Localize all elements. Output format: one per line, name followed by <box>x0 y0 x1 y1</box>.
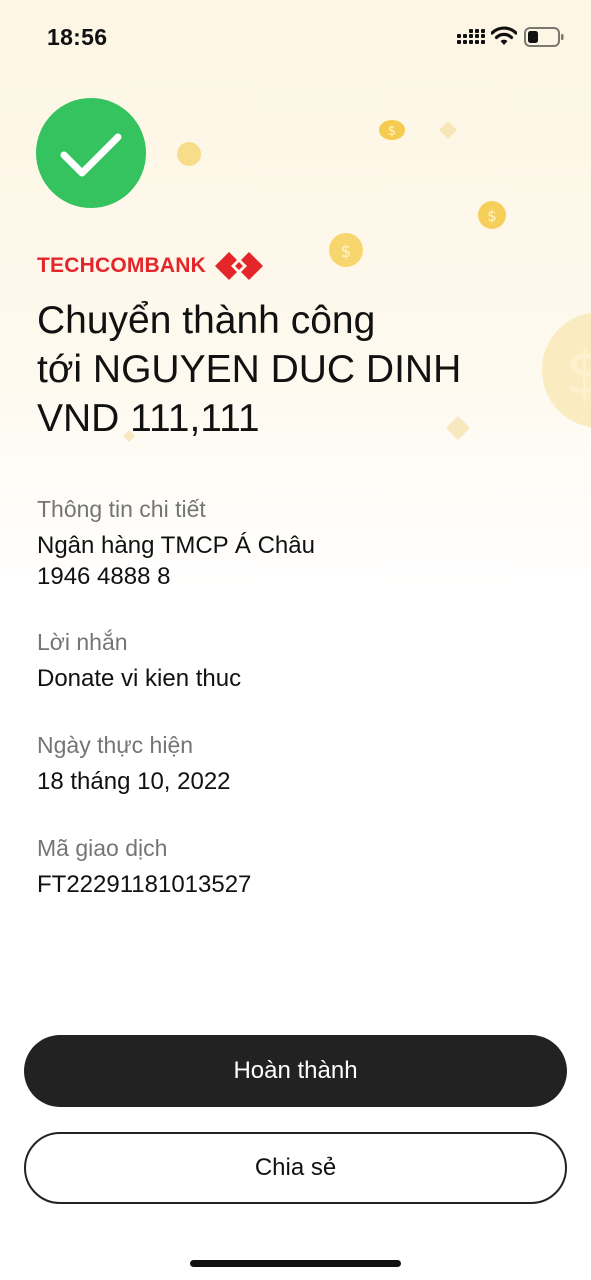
transaction-id: FT22291181013527 <box>37 871 252 898</box>
done-button[interactable]: Hoàn thành <box>24 1035 567 1107</box>
transaction-label: Mã giao dịch <box>37 835 168 861</box>
svg-text:$: $ <box>341 242 352 262</box>
svg-text:$: $ <box>388 124 396 139</box>
message-section: Lời nhắn Donate vi kien thuc <box>37 627 241 694</box>
transaction-section: Mã giao dịch FT22291181013527 <box>37 833 251 900</box>
home-indicator[interactable] <box>190 1260 401 1267</box>
date-value: 18 tháng 10, 2022 <box>37 768 231 795</box>
svg-text:$: $ <box>487 207 497 225</box>
headline-recipient: tới NGUYEN DUC DINH <box>37 348 462 391</box>
success-check <box>36 98 146 208</box>
status-time: 18:56 <box>47 24 108 50</box>
brand: TECHCOMBANK <box>37 248 264 284</box>
cellular-signal-icon <box>457 29 485 44</box>
date-section: Ngày thực hiện 18 tháng 10, 2022 <box>37 730 231 797</box>
transfer-headline: Chuyển thành công tới NGUYEN DUC DINH VN… <box>37 296 567 443</box>
svg-text:$: $ <box>566 338 591 408</box>
wifi-icon <box>491 26 517 45</box>
message-value: Donate vi kien thuc <box>37 665 242 692</box>
details-info-label: Thông tin chi tiết <box>37 496 206 522</box>
techcombank-logo-icon <box>215 252 264 280</box>
message-label: Lời nhắn <box>37 629 128 655</box>
share-button[interactable]: Chia sẻ <box>24 1132 567 1204</box>
battery-icon <box>524 27 564 47</box>
date-label: Ngày thực hiện <box>37 732 194 758</box>
recipient-bank: Ngân hàng TMCP Á Châu <box>37 532 315 559</box>
status-bar: 18:56 <box>0 0 591 76</box>
headline-amount: VND 111,111 <box>37 397 260 440</box>
details-info-section: Thông tin chi tiết Ngân hàng TMCP Á Châu… <box>37 494 315 592</box>
headline-status: Chuyển thành công <box>37 299 376 342</box>
recipient-account: 1946 4888 8 <box>37 563 171 590</box>
checkmark-icon <box>60 133 122 177</box>
brand-name: TECHCOMBANK <box>37 254 207 277</box>
